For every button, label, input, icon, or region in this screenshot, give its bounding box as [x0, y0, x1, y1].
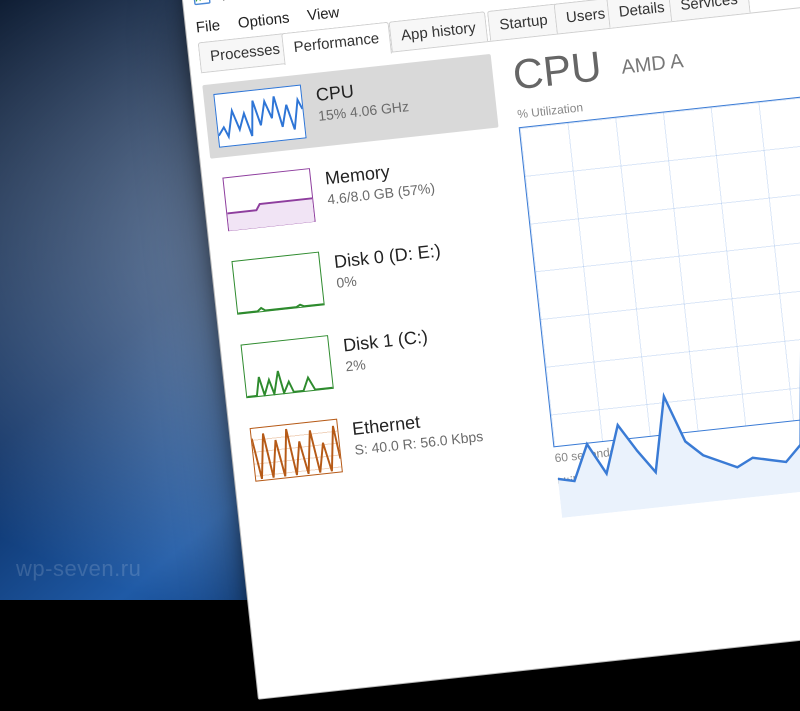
cpu-thumb-icon — [213, 85, 306, 148]
disk1-thumb-icon — [241, 335, 334, 398]
performance-sidebar: CPU 15% 4.06 GHz Memory — [202, 54, 558, 710]
main-title: CPU — [510, 42, 603, 99]
tab-startup[interactable]: Startup — [487, 3, 560, 40]
ethernet-thumb-icon — [250, 419, 343, 482]
memory-thumb-icon — [222, 168, 315, 231]
cpu-model-text: AMD A — [620, 50, 684, 80]
cpu-utilization-chart — [519, 74, 800, 447]
menu-view[interactable]: View — [306, 4, 340, 24]
app-icon — [192, 0, 212, 8]
task-manager-window: Task Manager File Options View Processes… — [180, 0, 800, 700]
disk0-thumb-icon — [231, 252, 324, 315]
menu-options[interactable]: Options — [237, 9, 290, 31]
menu-file[interactable]: File — [195, 17, 221, 37]
